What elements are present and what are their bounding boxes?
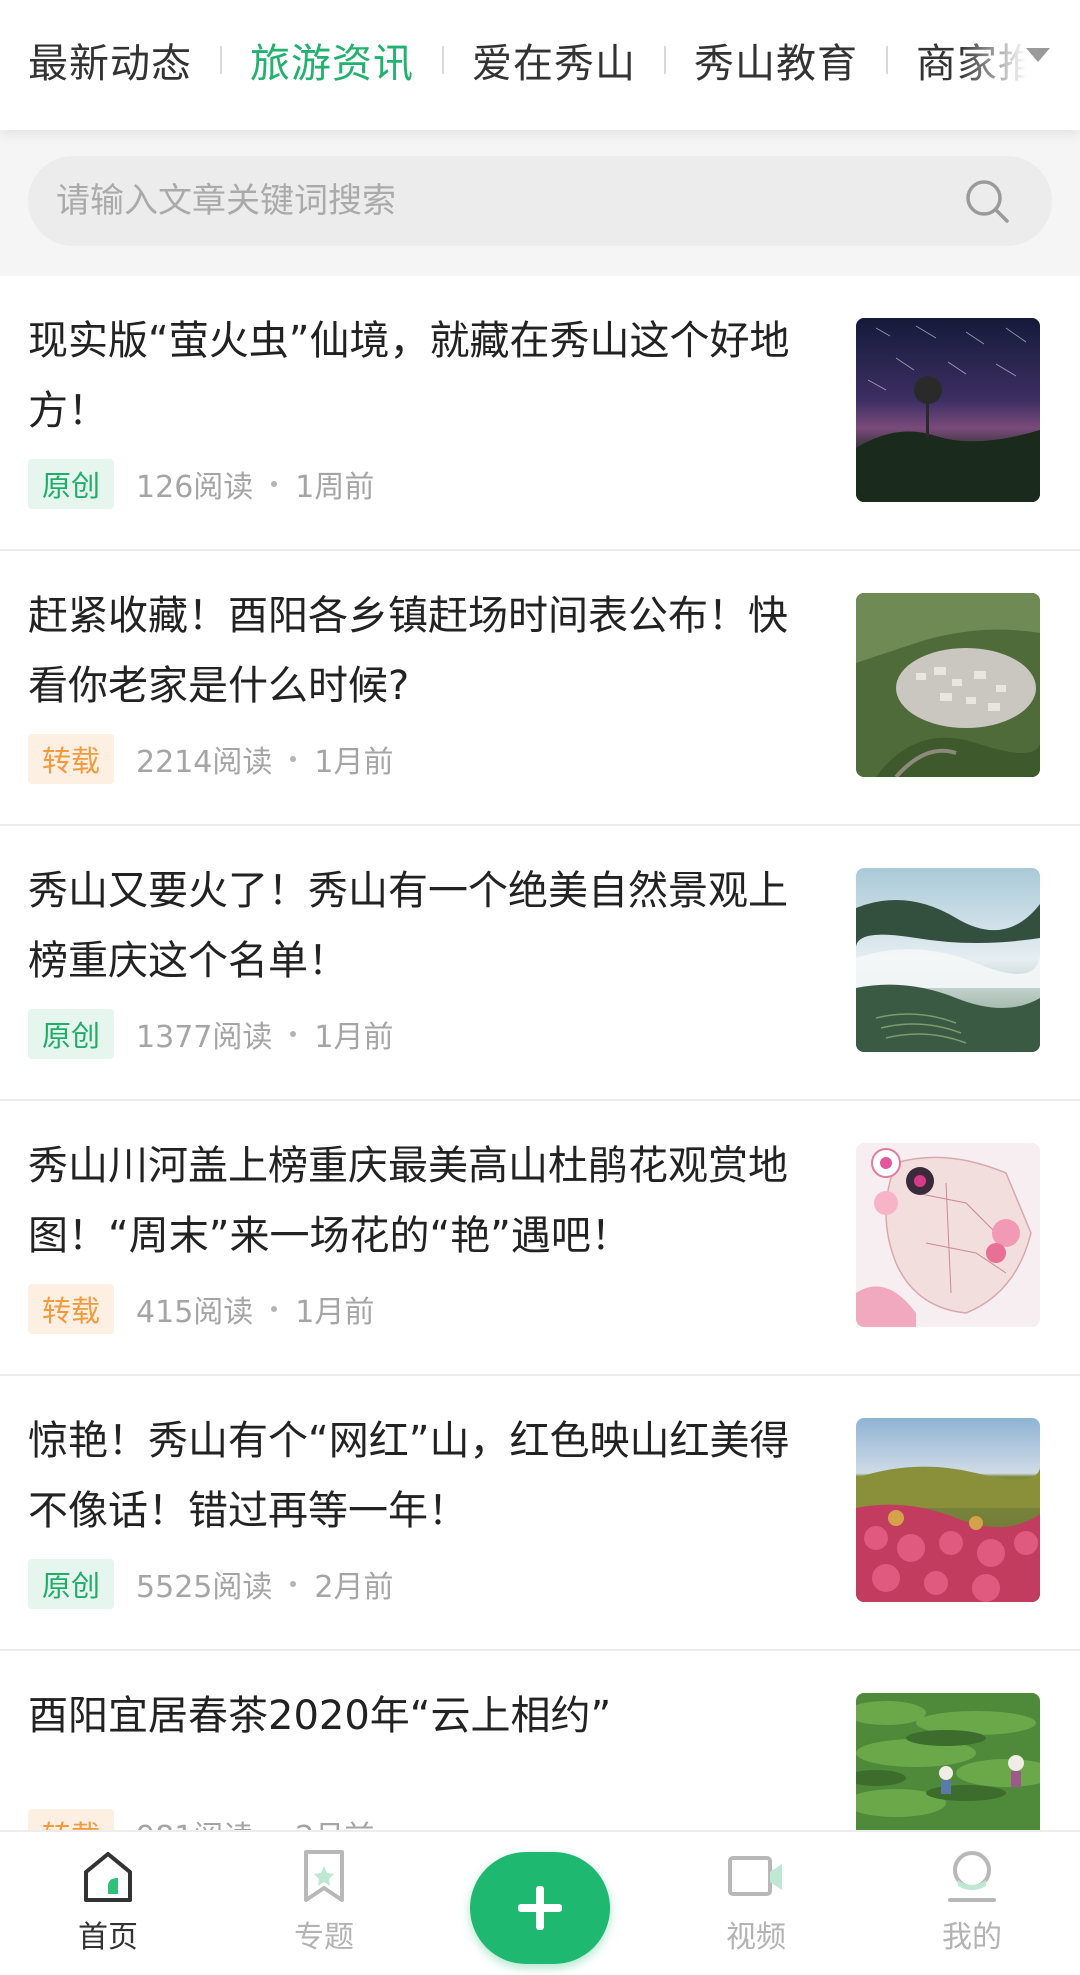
nav-video-label: 视频 xyxy=(726,1920,786,1955)
tab-love-xiushan[interactable]: 爱在秀山 xyxy=(472,31,636,89)
tab-divider xyxy=(442,46,444,74)
nav-home-label: 首页 xyxy=(78,1920,138,1955)
article-meta: 转载 2214阅读 1月前 xyxy=(28,734,394,784)
article-thumbnail[interactable] xyxy=(856,318,1040,502)
article-badge: 原创 xyxy=(28,1559,115,1609)
article-badge: 转载 xyxy=(28,1284,115,1334)
article-title[interactable]: 惊艳！秀山有个“网红”山，红色映山红美得不像话！错过再等一年！ xyxy=(28,1406,808,1546)
separator-dot xyxy=(290,756,297,762)
article-title[interactable]: 现实版“萤火虫”仙境，就藏在秀山这个好地方！ xyxy=(28,306,808,446)
tab-divider xyxy=(886,46,888,74)
search-icon[interactable] xyxy=(962,176,1012,226)
article-badge: 原创 xyxy=(28,1009,115,1059)
nav-home[interactable]: 首页 xyxy=(38,1846,178,1966)
article-badge: 转载 xyxy=(28,734,115,784)
article-item[interactable]: 惊艳！秀山有个“网红”山，红色映山红美得不像话！错过再等一年！ 原创 5525阅… xyxy=(0,1376,1080,1651)
video-icon xyxy=(728,1856,782,1896)
home-icon xyxy=(84,1852,132,1902)
bookmark-icon xyxy=(304,1850,344,1902)
tab-overflow-fade xyxy=(960,0,1080,120)
bottom-navigation: 首页 专题 视频 我的 xyxy=(0,1830,1080,1975)
chevron-down-icon[interactable] xyxy=(1026,48,1050,62)
article-item[interactable]: 赶紧收藏！酉阳各乡镇赶场时间表公布！快看你老家是什么时候? 转载 2214阅读 … xyxy=(0,551,1080,826)
tab-travel-news[interactable]: 旅游资讯 xyxy=(250,31,414,89)
tab-latest[interactable]: 最新动态 xyxy=(28,31,192,89)
article-title[interactable]: 赶紧收藏！酉阳各乡镇赶场时间表公布！快看你老家是什么时候? xyxy=(28,581,808,721)
search-bar-area xyxy=(0,130,1080,276)
nav-video[interactable]: 视频 xyxy=(686,1846,826,1966)
article-meta: 原创 1377阅读 1月前 xyxy=(28,1009,394,1059)
search-box[interactable] xyxy=(28,156,1052,246)
article-meta: 原创 126阅读 1周前 xyxy=(28,459,375,509)
article-read-count: 415阅读 xyxy=(136,1295,254,1330)
nav-mine[interactable]: 我的 xyxy=(902,1846,1042,1966)
article-time: 1月前 xyxy=(295,1295,375,1330)
separator-dot xyxy=(271,1306,278,1312)
article-read-count: 126阅读 xyxy=(136,470,254,505)
article-time: 2月前 xyxy=(314,1570,394,1605)
search-input[interactable] xyxy=(56,156,936,246)
article-item[interactable]: 秀山又要火了！秀山有一个绝美自然景观上榜重庆这个名单！ 原创 1377阅读 1月… xyxy=(0,826,1080,1101)
add-post-button[interactable] xyxy=(470,1852,610,1964)
nav-topics-label: 专题 xyxy=(294,1920,354,1955)
tab-xiushan-education[interactable]: 秀山教育 xyxy=(694,31,858,89)
article-meta: 原创 5525阅读 2月前 xyxy=(28,1559,394,1609)
tab-divider xyxy=(664,46,666,74)
article-meta: 转载 415阅读 1月前 xyxy=(28,1284,375,1334)
tab-divider xyxy=(220,46,222,74)
article-thumbnail[interactable] xyxy=(856,593,1040,777)
article-badge: 原创 xyxy=(28,459,115,509)
article-thumbnail[interactable] xyxy=(856,1143,1040,1327)
top-tab-bar: 最新动态 旅游资讯 爱在秀山 秀山教育 商家推 xyxy=(0,0,1080,130)
article-item[interactable]: 现实版“萤火虫”仙境，就藏在秀山这个好地方！ 原创 126阅读 1周前 xyxy=(0,276,1080,551)
separator-dot xyxy=(290,1031,297,1037)
article-title[interactable]: 秀山川河盖上榜重庆最美高山杜鹃花观赏地图！“周末”来一场花的“艳”遇吧！ xyxy=(28,1131,808,1271)
nav-mine-label: 我的 xyxy=(942,1920,1002,1955)
profile-icon xyxy=(948,1851,996,1902)
separator-dot xyxy=(271,481,278,487)
article-time: 1月前 xyxy=(314,745,394,780)
article-title[interactable]: 酉阳宜居春茶2020年“云上相约” xyxy=(28,1681,808,1751)
article-thumbnail[interactable] xyxy=(856,868,1040,1052)
article-read-count: 2214阅读 xyxy=(136,745,273,780)
article-read-count: 5525阅读 xyxy=(136,1570,273,1605)
article-list: 现实版“萤火虫”仙境，就藏在秀山这个好地方！ 原创 126阅读 1周前 赶紧收藏… xyxy=(0,276,1080,1926)
article-read-count: 1377阅读 xyxy=(136,1020,273,1055)
separator-dot xyxy=(290,1581,297,1587)
category-tabs: 最新动态 旅游资讯 爱在秀山 秀山教育 商家推 xyxy=(28,0,1039,120)
article-time: 1月前 xyxy=(314,1020,394,1055)
article-item[interactable]: 秀山川河盖上榜重庆最美高山杜鹃花观赏地图！“周末”来一场花的“艳”遇吧！ 转载 … xyxy=(0,1101,1080,1376)
article-thumbnail[interactable] xyxy=(856,1418,1040,1602)
article-time: 1周前 xyxy=(295,470,375,505)
nav-topics[interactable]: 专题 xyxy=(254,1846,394,1966)
article-title[interactable]: 秀山又要火了！秀山有一个绝美自然景观上榜重庆这个名单！ xyxy=(28,856,808,996)
